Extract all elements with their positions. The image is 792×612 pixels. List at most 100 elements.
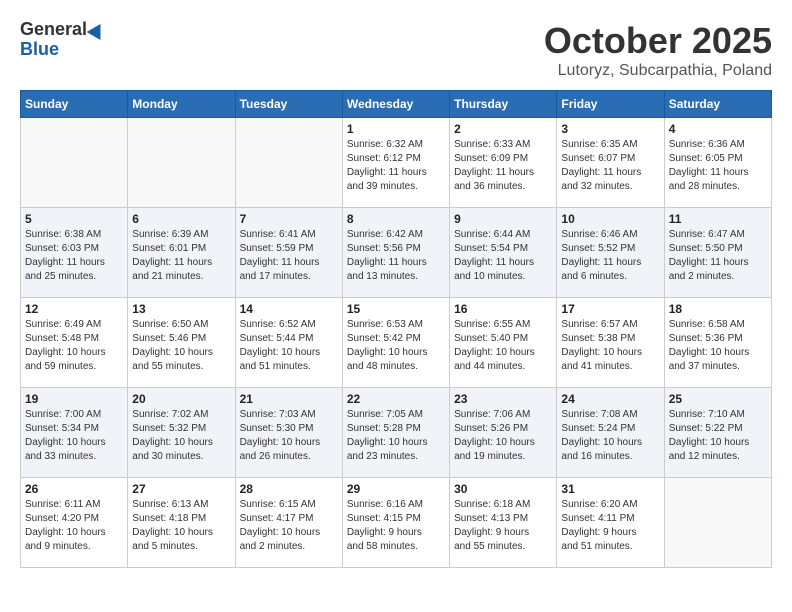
calendar-cell: 22 Sunrise: 7:05 AM Sunset: 5:28 PM Dayli…	[342, 388, 449, 478]
day-info: Sunrise: 7:08 AM Sunset: 5:24 PM Dayligh…	[561, 408, 659, 464]
day-number: 4	[669, 122, 767, 136]
location: Lutoryz, Subcarpathia, Poland	[544, 62, 772, 80]
day-info: Sunrise: 6:57 AM Sunset: 5:38 PM Dayligh…	[561, 318, 659, 374]
logo-icon	[87, 20, 108, 40]
weekday-header: Sunday	[21, 91, 128, 118]
calendar-cell: 3 Sunrise: 6:35 AM Sunset: 6:07 PM Daylig…	[557, 118, 664, 208]
calendar-cell: 29 Sunrise: 6:16 AM Sunset: 4:15 PM Dayli…	[342, 478, 449, 568]
day-number: 9	[454, 212, 552, 226]
day-number: 12	[25, 302, 123, 316]
month-title: October 2025	[544, 20, 772, 62]
day-number: 29	[347, 482, 445, 496]
calendar-cell: 18Sunrise: 6:58 AM Sunset: 5:36 PM Dayli…	[664, 298, 771, 388]
calendar-cell: 16Sunrise: 6:55 AM Sunset: 5:40 PM Dayli…	[450, 298, 557, 388]
day-info: Sunrise: 6:33 AM Sunset: 6:09 PM Dayligh…	[454, 138, 552, 194]
day-info: Sunrise: 6:11 AM Sunset: 4:20 PM Dayligh…	[25, 498, 123, 554]
calendar-cell: 12 Sunrise: 6:49 AM Sunset: 5:48 PM Dayli…	[21, 298, 128, 388]
calendar-cell: 26Sunrise: 6:11 AM Sunset: 4:20 PM Dayli…	[21, 478, 128, 568]
day-info: Sunrise: 6:41 AM Sunset: 5:59 PM Dayligh…	[240, 228, 338, 284]
calendar-cell: 13 Sunrise: 6:50 AM Sunset: 5:46 PM Dayli…	[128, 298, 235, 388]
calendar-cell: 1 Sunrise: 6:32 AM Sunset: 6:12 PM Daylig…	[342, 118, 449, 208]
calendar-cell: 20 Sunrise: 7:02 AM Sunset: 5:32 PM Dayli…	[128, 388, 235, 478]
day-info: Sunrise: 6:18 AM Sunset: 4:13 PM Dayligh…	[454, 498, 552, 554]
day-number: 6	[132, 212, 230, 226]
day-info: Sunrise: 6:20 AM Sunset: 4:11 PM Dayligh…	[561, 498, 659, 554]
day-info: Sunrise: 6:53 AM Sunset: 5:42 PM Dayligh…	[347, 318, 445, 374]
day-number: 10	[561, 212, 659, 226]
day-number: 13	[132, 302, 230, 316]
day-number: 31	[561, 482, 659, 496]
day-number: 21	[240, 392, 338, 406]
day-info: Sunrise: 7:10 AM Sunset: 5:22 PM Dayligh…	[669, 408, 767, 464]
calendar-cell: 4 Sunrise: 6:36 AM Sunset: 6:05 PM Daylig…	[664, 118, 771, 208]
calendar-cell: 19Sunrise: 7:00 AM Sunset: 5:34 PM Dayli…	[21, 388, 128, 478]
day-info: Sunrise: 7:03 AM Sunset: 5:30 PM Dayligh…	[240, 408, 338, 464]
day-info: Sunrise: 6:49 AM Sunset: 5:48 PM Dayligh…	[25, 318, 123, 374]
day-info: Sunrise: 6:50 AM Sunset: 5:46 PM Dayligh…	[132, 318, 230, 374]
day-number: 11	[669, 212, 767, 226]
calendar-cell: 11 Sunrise: 6:47 AM Sunset: 5:50 PM Dayli…	[664, 208, 771, 298]
day-info: Sunrise: 6:44 AM Sunset: 5:54 PM Dayligh…	[454, 228, 552, 284]
calendar-cell: 5Sunrise: 6:38 AM Sunset: 6:03 PM Daylig…	[21, 208, 128, 298]
calendar-cell: 23Sunrise: 7:06 AM Sunset: 5:26 PM Dayli…	[450, 388, 557, 478]
calendar-cell	[21, 118, 128, 208]
calendar-cell: 27Sunrise: 6:13 AM Sunset: 4:18 PM Dayli…	[128, 478, 235, 568]
day-info: Sunrise: 6:32 AM Sunset: 6:12 PM Dayligh…	[347, 138, 445, 194]
day-number: 24	[561, 392, 659, 406]
day-info: Sunrise: 6:16 AM Sunset: 4:15 PM Dayligh…	[347, 498, 445, 554]
logo-general: General	[20, 20, 87, 40]
weekday-header-row: SundayMondayTuesdayWednesdayThursdayFrid…	[21, 91, 772, 118]
calendar-cell: 6 Sunrise: 6:39 AM Sunset: 6:01 PM Daylig…	[128, 208, 235, 298]
day-info: Sunrise: 6:39 AM Sunset: 6:01 PM Dayligh…	[132, 228, 230, 284]
calendar-cell	[664, 478, 771, 568]
day-info: Sunrise: 7:02 AM Sunset: 5:32 PM Dayligh…	[132, 408, 230, 464]
weekday-header: Saturday	[664, 91, 771, 118]
day-info: Sunrise: 7:06 AM Sunset: 5:26 PM Dayligh…	[454, 408, 552, 464]
header: General Blue October 2025 Lutoryz, Subca…	[20, 20, 772, 80]
day-number: 20	[132, 392, 230, 406]
day-info: Sunrise: 6:36 AM Sunset: 6:05 PM Dayligh…	[669, 138, 767, 194]
calendar-week-row: 5Sunrise: 6:38 AM Sunset: 6:03 PM Daylig…	[21, 208, 772, 298]
day-number: 19	[25, 392, 123, 406]
day-info: Sunrise: 6:47 AM Sunset: 5:50 PM Dayligh…	[669, 228, 767, 284]
weekday-header: Tuesday	[235, 91, 342, 118]
day-number: 5	[25, 212, 123, 226]
calendar-cell: 17Sunrise: 6:57 AM Sunset: 5:38 PM Dayli…	[557, 298, 664, 388]
calendar-week-row: 26Sunrise: 6:11 AM Sunset: 4:20 PM Dayli…	[21, 478, 772, 568]
day-number: 2	[454, 122, 552, 136]
day-number: 8	[347, 212, 445, 226]
logo-blue: Blue	[20, 40, 105, 60]
calendar-cell: 14Sunrise: 6:52 AM Sunset: 5:44 PM Dayli…	[235, 298, 342, 388]
day-info: Sunrise: 6:15 AM Sunset: 4:17 PM Dayligh…	[240, 498, 338, 554]
weekday-header: Wednesday	[342, 91, 449, 118]
calendar-cell: 21 Sunrise: 7:03 AM Sunset: 5:30 PM Dayli…	[235, 388, 342, 478]
calendar: SundayMondayTuesdayWednesdayThursdayFrid…	[20, 90, 772, 568]
day-number: 3	[561, 122, 659, 136]
calendar-cell: 15Sunrise: 6:53 AM Sunset: 5:42 PM Dayli…	[342, 298, 449, 388]
weekday-header: Thursday	[450, 91, 557, 118]
calendar-week-row: 12 Sunrise: 6:49 AM Sunset: 5:48 PM Dayli…	[21, 298, 772, 388]
calendar-week-row: 1 Sunrise: 6:32 AM Sunset: 6:12 PM Daylig…	[21, 118, 772, 208]
day-number: 1	[347, 122, 445, 136]
calendar-cell	[235, 118, 342, 208]
calendar-cell: 2 Sunrise: 6:33 AM Sunset: 6:09 PM Daylig…	[450, 118, 557, 208]
day-info: Sunrise: 6:42 AM Sunset: 5:56 PM Dayligh…	[347, 228, 445, 284]
calendar-cell: 31 Sunrise: 6:20 AM Sunset: 4:11 PM Dayli…	[557, 478, 664, 568]
title-area: October 2025 Lutoryz, Subcarpathia, Pola…	[544, 20, 772, 80]
calendar-cell	[128, 118, 235, 208]
day-info: Sunrise: 7:05 AM Sunset: 5:28 PM Dayligh…	[347, 408, 445, 464]
calendar-cell: 8 Sunrise: 6:42 AM Sunset: 5:56 PM Daylig…	[342, 208, 449, 298]
day-number: 16	[454, 302, 552, 316]
day-info: Sunrise: 6:52 AM Sunset: 5:44 PM Dayligh…	[240, 318, 338, 374]
weekday-header: Monday	[128, 91, 235, 118]
day-number: 22	[347, 392, 445, 406]
day-info: Sunrise: 6:13 AM Sunset: 4:18 PM Dayligh…	[132, 498, 230, 554]
weekday-header: Friday	[557, 91, 664, 118]
day-number: 30	[454, 482, 552, 496]
day-info: Sunrise: 6:35 AM Sunset: 6:07 PM Dayligh…	[561, 138, 659, 194]
calendar-cell: 9 Sunrise: 6:44 AM Sunset: 5:54 PM Daylig…	[450, 208, 557, 298]
calendar-cell: 24 Sunrise: 7:08 AM Sunset: 5:24 PM Dayli…	[557, 388, 664, 478]
calendar-cell: 30 Sunrise: 6:18 AM Sunset: 4:13 PM Dayli…	[450, 478, 557, 568]
calendar-cell: 7Sunrise: 6:41 AM Sunset: 5:59 PM Daylig…	[235, 208, 342, 298]
day-number: 18	[669, 302, 767, 316]
